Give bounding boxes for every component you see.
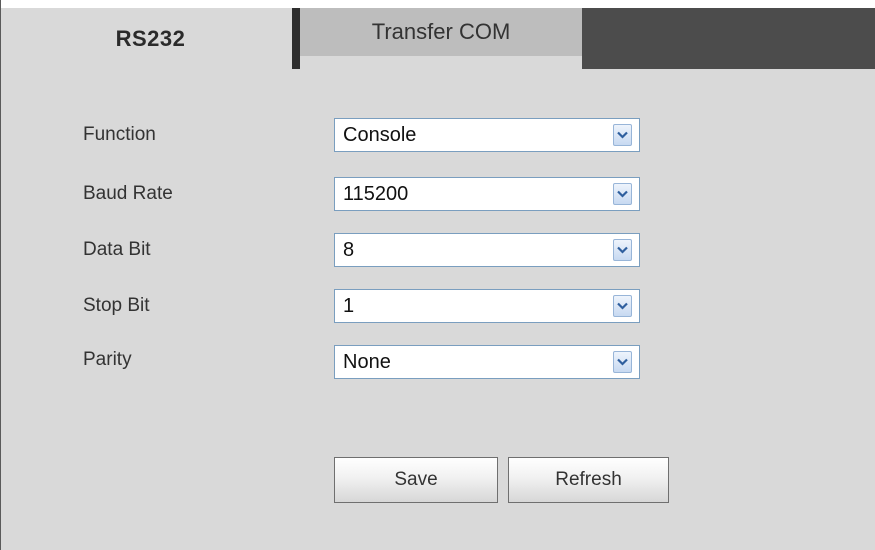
parity-select[interactable]: None — [334, 345, 640, 379]
tab-transfer-com-label: Transfer COM — [371, 18, 511, 44]
chevron-down-icon[interactable] — [613, 351, 632, 373]
parity-row: Parity — [83, 343, 333, 377]
data-bit-label: Data Bit — [83, 239, 151, 260]
save-button[interactable]: Save — [334, 457, 498, 503]
stop-bit-label: Stop Bit — [83, 295, 150, 316]
rs232-settings-panel: RS232 Transfer COM Function Console Baud… — [0, 0, 875, 550]
tab-bar-filler — [582, 8, 875, 69]
stop-bit-select[interactable]: 1 — [334, 289, 640, 323]
data-bit-select[interactable]: 8 — [334, 233, 640, 267]
data-bit-row: Data Bit — [83, 233, 333, 267]
chevron-down-icon[interactable] — [613, 183, 632, 205]
baud-rate-select-value: 115200 — [343, 182, 409, 205]
chevron-down-icon[interactable] — [613, 295, 632, 317]
baud-rate-row: Baud Rate — [83, 177, 333, 211]
stop-bit-select-value: 1 — [343, 294, 355, 317]
stop-bit-row: Stop Bit — [83, 289, 333, 323]
tab-rs232[interactable]: RS232 — [1, 8, 292, 69]
data-bit-select-value: 8 — [343, 238, 355, 261]
chevron-down-icon[interactable] — [613, 239, 632, 261]
parity-select-value: None — [343, 350, 391, 373]
function-label: Function — [83, 124, 156, 145]
function-select-value: Console — [343, 123, 417, 146]
function-select[interactable]: Console — [334, 118, 640, 152]
tab-bar-top-strip — [1, 0, 875, 8]
chevron-down-icon[interactable] — [613, 124, 632, 146]
baud-rate-label: Baud Rate — [83, 183, 173, 204]
baud-rate-select[interactable]: 115200 — [334, 177, 640, 211]
refresh-button[interactable]: Refresh — [508, 457, 669, 503]
tab-bar: RS232 Transfer COM — [1, 0, 875, 69]
tab-bar-underline — [300, 56, 582, 69]
function-row: Function — [83, 118, 333, 152]
parity-label: Parity — [83, 349, 132, 370]
tab-rs232-label: RS232 — [115, 25, 186, 51]
tab-divider — [292, 8, 300, 69]
